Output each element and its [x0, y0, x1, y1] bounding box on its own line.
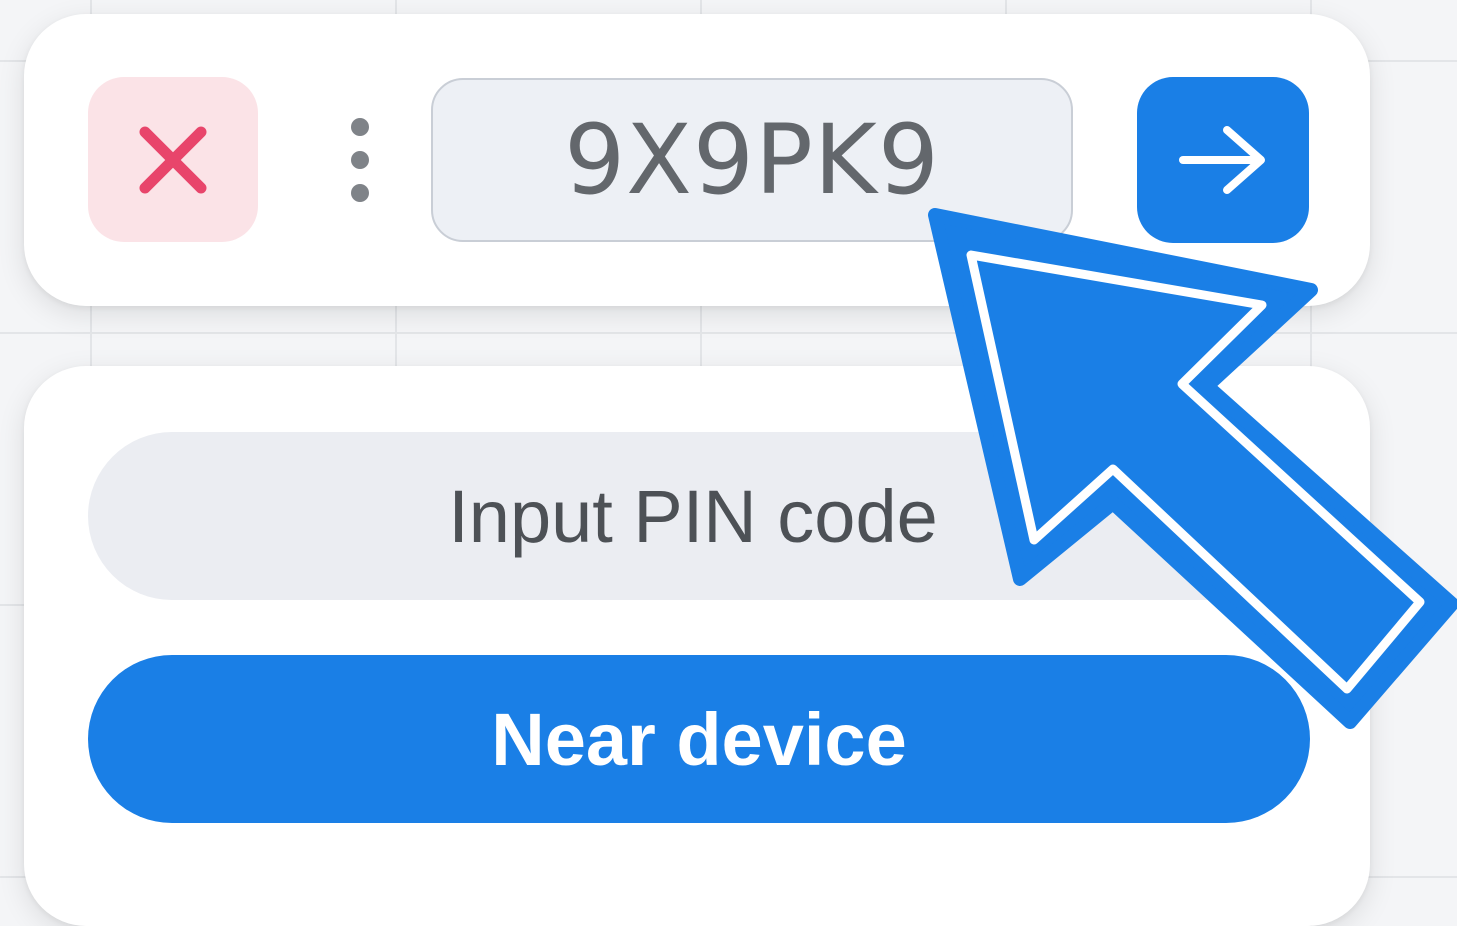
- near-device-button[interactable]: Near device: [88, 655, 1310, 823]
- pin-code-input[interactable]: Input PIN code: [88, 432, 1308, 600]
- more-options-button[interactable]: [336, 110, 384, 210]
- close-icon: [139, 126, 207, 193]
- near-device-label: Near device: [491, 697, 907, 781]
- connection-code-value: 9X9PK9: [564, 104, 940, 216]
- pin-code-placeholder: Input PIN code: [448, 474, 938, 558]
- close-button[interactable]: [88, 77, 258, 242]
- arrow-right-icon: [1179, 126, 1265, 194]
- more-vertical-icon-dot: [351, 151, 369, 169]
- connection-code-field[interactable]: 9X9PK9: [431, 78, 1073, 242]
- more-vertical-icon-dot: [351, 184, 369, 202]
- more-vertical-icon: [351, 118, 369, 136]
- go-button[interactable]: [1137, 77, 1309, 243]
